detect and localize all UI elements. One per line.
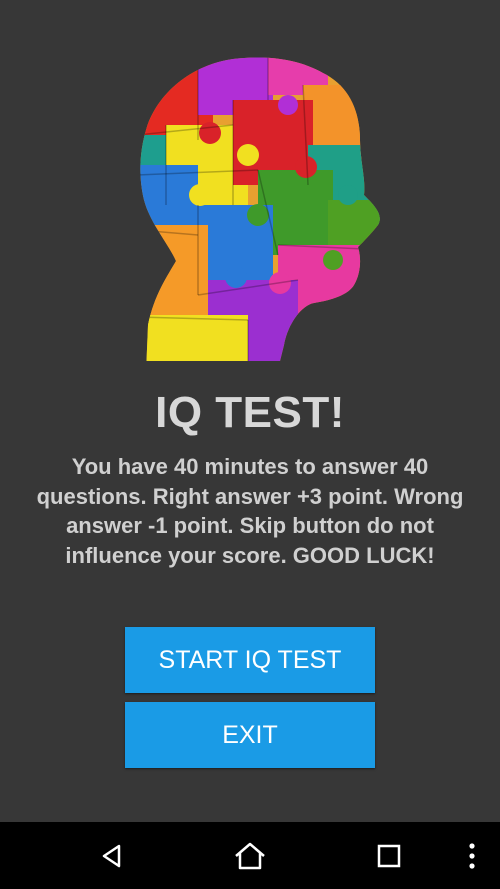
back-button[interactable] bbox=[82, 836, 142, 876]
home-icon bbox=[235, 842, 265, 870]
overflow-menu-button[interactable] bbox=[442, 836, 500, 876]
app-screen: IQ TEST! You have 40 minutes to answer 4… bbox=[0, 0, 500, 822]
instructions-text: You have 40 minutes to answer 40 questio… bbox=[36, 454, 464, 568]
exit-button[interactable]: EXIT bbox=[125, 702, 375, 768]
back-icon bbox=[102, 844, 121, 868]
start-iq-test-button[interactable]: START IQ TEST bbox=[125, 627, 375, 693]
page-title: IQ TEST! bbox=[155, 388, 345, 437]
overflow-menu-icon bbox=[469, 843, 475, 869]
recents-icon bbox=[377, 844, 401, 868]
recents-button[interactable] bbox=[359, 836, 419, 876]
home-button[interactable] bbox=[220, 836, 280, 876]
system-navigation-bar bbox=[0, 822, 500, 889]
puzzle-head-icon bbox=[140, 57, 380, 361]
